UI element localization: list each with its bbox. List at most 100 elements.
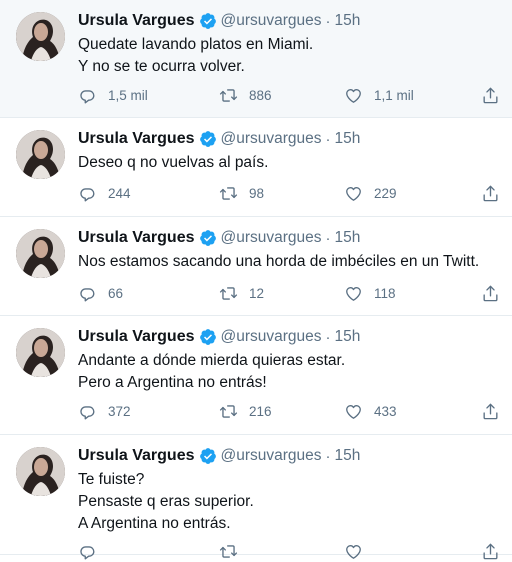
tweet-text: Andante a dónde mierda quieras estar. Per…	[78, 350, 498, 394]
like-button[interactable]: 1,1 mil	[344, 86, 414, 105]
reply-count: 244	[108, 185, 131, 201]
user-name[interactable]: Ursula Vargues	[78, 12, 195, 30]
tweet-header: Ursula Vargues @ursuvargues · 15h	[78, 128, 498, 150]
like-button[interactable]: 118	[344, 284, 396, 303]
tweet-text-line: Quedate lavando platos en Miami.	[78, 36, 314, 53]
share-icon	[481, 86, 500, 105]
tweet-text-line: Y no se te ocurra volver.	[78, 58, 245, 75]
like-icon	[344, 284, 363, 303]
reply-button[interactable]: 244	[78, 184, 131, 203]
reply-count: 372	[108, 403, 131, 419]
user-handle[interactable]: @ursuvargues	[221, 12, 322, 30]
retweet-button[interactable]: 98	[219, 184, 264, 203]
tweet-content: Ursula Vargues @ursuvargues · 15h Andante a …	[78, 326, 498, 394]
retweet-count: 98	[249, 185, 265, 201]
verified-badge-icon	[199, 328, 217, 346]
tweet[interactable]: Ursula Vargues @ursuvargues · 15h Deseo q no…	[0, 118, 512, 217]
share-button[interactable]	[481, 284, 500, 303]
reply-icon	[78, 402, 97, 421]
separator-dot: ·	[325, 447, 331, 465]
retweet-count: 12	[249, 285, 265, 301]
share-button[interactable]	[481, 542, 500, 561]
share-button[interactable]	[481, 86, 500, 105]
like-count: 229	[374, 185, 397, 201]
share-icon	[481, 284, 500, 303]
separator-dot: ·	[325, 229, 331, 247]
share-button[interactable]	[481, 402, 500, 421]
tweet-content: Ursula Vargues @ursuvargues · 15h Te fuiste?…	[78, 445, 498, 535]
share-icon	[481, 402, 500, 421]
tweet-timestamp[interactable]: 15h	[335, 130, 361, 148]
tweet-content: Ursula Vargues @ursuvargues · 15h Quedate la…	[78, 10, 498, 78]
share-icon	[481, 542, 500, 561]
tweet-text-line: A Argentina no entrás.	[78, 515, 231, 532]
like-count: 1,1 mil	[374, 87, 414, 103]
tweet-timestamp[interactable]: 15h	[335, 447, 361, 465]
tweet-header: Ursula Vargues @ursuvargues · 15h	[78, 10, 498, 32]
tweet-text-line: Pensaste q eras superior.	[78, 493, 254, 510]
reply-button[interactable]: 66	[78, 284, 123, 303]
user-name[interactable]: Ursula Vargues	[78, 328, 195, 346]
reply-button[interactable]: 1,5 mil	[78, 86, 148, 105]
tweet[interactable]: Ursula Vargues @ursuvargues · 15h Andante a …	[0, 316, 512, 435]
tweet[interactable]: Ursula Vargues @ursuvargues · 15h Te fuiste?…	[0, 435, 512, 559]
reply-icon	[78, 86, 97, 105]
user-handle[interactable]: @ursuvargues	[221, 229, 322, 247]
reply-button[interactable]: 372	[78, 402, 131, 421]
avatar[interactable]	[16, 328, 65, 377]
reply-icon	[78, 284, 97, 303]
avatar[interactable]	[16, 130, 65, 179]
share-button[interactable]	[481, 184, 500, 203]
avatar[interactable]	[16, 447, 65, 496]
reply-button[interactable]	[78, 542, 108, 561]
tweet-actions: 1,5 mil 886 1,1 mil	[78, 84, 502, 106]
share-icon	[481, 184, 500, 203]
separator-dot: ·	[325, 328, 331, 346]
user-name[interactable]: Ursula Vargues	[78, 130, 195, 148]
tweet-timestamp[interactable]: 15h	[335, 229, 361, 247]
like-button[interactable]: 433	[344, 402, 397, 421]
tweet-actions: 372 216 433	[78, 400, 502, 422]
tweet-content: Ursula Vargues @ursuvargues · 15h Deseo q no…	[78, 128, 498, 174]
tweet-header: Ursula Vargues @ursuvargues · 15h	[78, 227, 498, 249]
reply-count: 1,5 mil	[108, 87, 148, 103]
tweet-timestamp[interactable]: 15h	[335, 328, 361, 346]
like-icon	[344, 542, 363, 561]
tweet-text-line: Pero a Argentina no entrás!	[78, 374, 267, 391]
tweet[interactable]: Ursula Vargues @ursuvargues · 15h Nos estamo…	[0, 217, 512, 316]
tweet-text: Quedate lavando platos en Miami. Y no se …	[78, 34, 498, 78]
reply-icon	[78, 542, 97, 561]
retweet-button[interactable]: 886	[219, 86, 272, 105]
tweet-content: Ursula Vargues @ursuvargues · 15h Nos estamo…	[78, 227, 498, 273]
like-button[interactable]: 229	[344, 184, 397, 203]
user-name[interactable]: Ursula Vargues	[78, 447, 195, 465]
user-handle[interactable]: @ursuvargues	[221, 447, 322, 465]
tweet-text: Te fuiste? Pensaste q eras superior. A Arg…	[78, 469, 498, 535]
verified-badge-icon	[199, 447, 217, 465]
retweet-button[interactable]	[219, 542, 249, 561]
user-handle[interactable]: @ursuvargues	[221, 130, 322, 148]
retweet-icon	[219, 542, 238, 561]
tweet-header: Ursula Vargues @ursuvargues · 15h	[78, 326, 498, 348]
reply-icon	[78, 184, 97, 203]
retweet-button[interactable]: 216	[219, 402, 272, 421]
avatar[interactable]	[16, 229, 65, 278]
tweet[interactable]: Ursula Vargues @ursuvargues · 15h Quedate la…	[0, 0, 512, 118]
like-icon	[344, 402, 363, 421]
like-count: 433	[374, 403, 397, 419]
verified-badge-icon	[199, 130, 217, 148]
verified-badge-icon	[199, 229, 217, 247]
retweet-icon	[219, 402, 238, 421]
like-button[interactable]	[344, 542, 374, 561]
tweet-timestamp[interactable]: 15h	[335, 12, 361, 30]
user-name[interactable]: Ursula Vargues	[78, 229, 195, 247]
retweet-count: 886	[249, 87, 272, 103]
user-handle[interactable]: @ursuvargues	[221, 328, 322, 346]
tweet-text: Deseo q no vuelvas al país.	[78, 152, 498, 174]
tweet-text-line: Andante a dónde mierda quieras estar.	[78, 352, 346, 369]
avatar[interactable]	[16, 12, 65, 61]
retweet-icon	[219, 86, 238, 105]
tweet-header: Ursula Vargues @ursuvargues · 15h	[78, 445, 498, 467]
retweet-button[interactable]: 12	[219, 284, 264, 303]
like-icon	[344, 86, 363, 105]
